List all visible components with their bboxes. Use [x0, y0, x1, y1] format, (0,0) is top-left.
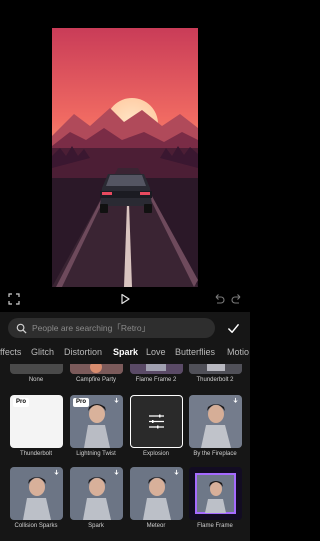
search-input[interactable] [32, 323, 202, 333]
effect-label: Thunderbolt [19, 451, 53, 457]
effect-label: By the Fireplace [193, 451, 237, 457]
effect-tile-meteor[interactable] [130, 467, 183, 520]
effect-label: Explosion [142, 451, 169, 457]
effect-tile-flame-frame[interactable] [189, 467, 242, 520]
effect-label: Spark [88, 523, 104, 529]
person-thumbnail [189, 467, 242, 520]
download-icon [114, 469, 119, 475]
effect-tile-thunderbolt-2[interactable] [189, 364, 242, 374]
effect-tile-campfire-party[interactable] [70, 364, 123, 374]
playback-controls [0, 290, 250, 310]
effect-tile-explosion[interactable] [130, 395, 183, 448]
tab-spark[interactable]: Spark [113, 347, 138, 357]
effect-label: Campfire Party [75, 377, 116, 383]
fullscreen-icon[interactable] [5, 290, 23, 308]
effect-label: Flame Frame [197, 523, 233, 529]
search-box[interactable] [8, 318, 215, 338]
play-icon[interactable] [116, 290, 134, 308]
effect-tile-thunderbolt[interactable]: Pro [10, 395, 63, 448]
confirm-button[interactable] [224, 319, 242, 337]
tab-love[interactable]: Love [146, 347, 166, 357]
video-preview[interactable] [52, 28, 198, 287]
effect-label: Lightning Twist [76, 451, 116, 457]
preview-area [0, 0, 250, 305]
pro-badge: Pro [73, 398, 90, 407]
search-row [0, 318, 250, 342]
effect-tile-by-the-fireplace[interactable] [189, 395, 242, 448]
retro-sunset-car-image [52, 28, 198, 287]
effect-tile-lightning-twist[interactable]: Pro [70, 395, 123, 448]
effect-tile-collision-sparks[interactable] [10, 467, 63, 520]
tab-effects[interactable]: ffects [0, 347, 21, 357]
effect-label: None [28, 377, 44, 383]
tab-motion[interactable]: Motio [227, 347, 249, 357]
effect-label: Flame Frame 2 [135, 377, 177, 383]
effect-tile-none[interactable] [10, 364, 63, 374]
effects-grid: None Campfire Party Flame Frame 2 Thunde… [0, 364, 250, 541]
effect-label: Meteor [146, 523, 166, 529]
tab-glitch[interactable]: Glitch [31, 347, 54, 357]
download-icon [114, 397, 119, 403]
search-icon [16, 323, 27, 334]
download-icon [233, 397, 238, 403]
effect-tile-flame-frame-2[interactable] [130, 364, 183, 374]
pro-badge: Pro [13, 398, 30, 407]
redo-icon[interactable] [228, 290, 246, 308]
download-icon [174, 469, 179, 475]
effects-panel: ffects Glitch Distortion Spark Love Butt… [0, 312, 250, 541]
undo-icon[interactable] [210, 290, 228, 308]
effect-label: Collision Sparks [14, 523, 58, 529]
check-icon [227, 323, 239, 333]
category-tabs: ffects Glitch Distortion Spark Love Butt… [0, 345, 250, 365]
download-icon [54, 469, 59, 475]
effect-tile-spark[interactable] [70, 467, 123, 520]
sliders-icon [149, 414, 164, 429]
effect-label: Thunderbolt 2 [196, 377, 234, 383]
tab-distortion[interactable]: Distortion [64, 347, 102, 357]
tab-butterflies[interactable]: Butterflies [175, 347, 215, 357]
